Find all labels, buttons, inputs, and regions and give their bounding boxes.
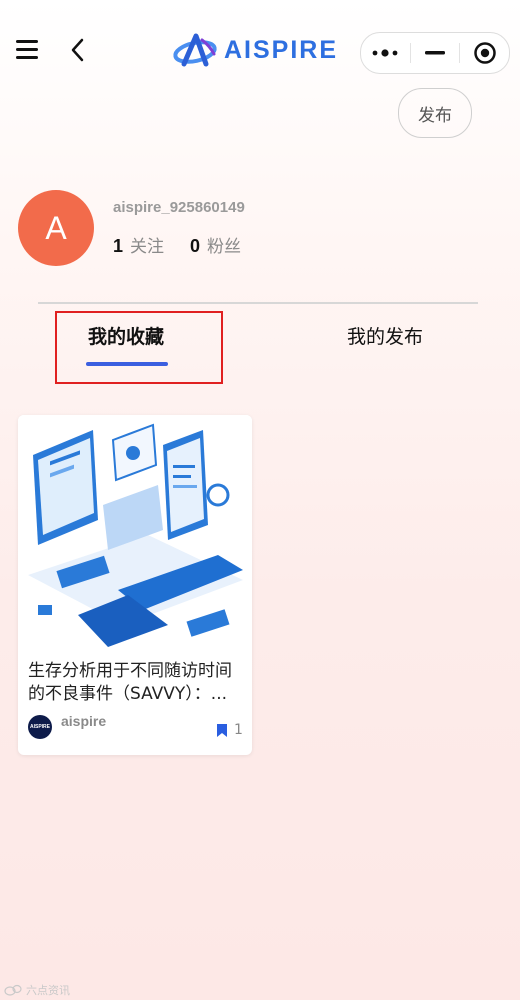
logo-text: AISPIRE — [224, 35, 339, 64]
more-options-button[interactable] — [361, 33, 410, 73]
minimize-button[interactable] — [411, 33, 460, 73]
more-dots-icon — [372, 49, 398, 57]
bookmark-count: 1 — [234, 722, 243, 738]
profile-stats: 1 关注 0 粉丝 — [113, 232, 241, 257]
highlight-annotation-box — [55, 311, 223, 384]
back-arrow-icon[interactable] — [68, 36, 88, 64]
section-divider — [38, 302, 478, 304]
bookmark-indicator[interactable]: 1 — [216, 722, 243, 738]
article-author: AISPIRE aispire — [28, 713, 107, 739]
tab-my-published[interactable]: 我的发布 — [347, 322, 423, 349]
followers-label[interactable]: 粉丝 — [207, 232, 241, 257]
author-name: aispire — [61, 713, 107, 729]
article-title-line1: 生存分析用于不同随访时间 — [28, 661, 232, 681]
watermark-text: 六点资讯 — [26, 984, 70, 997]
watermark: 六点资讯 — [4, 982, 70, 998]
following-count[interactable]: 1 — [113, 236, 123, 257]
bookmark-icon — [217, 723, 227, 737]
publish-button[interactable]: 发布 — [398, 88, 472, 138]
close-mini-program-button[interactable] — [460, 33, 509, 73]
article-title[interactable]: 生存分析用于不同随访时间 的不良事件（SAVVY）：... — [28, 660, 244, 706]
minus-icon — [425, 51, 445, 55]
logo-mark-icon — [173, 33, 217, 67]
avatar[interactable]: A — [18, 190, 94, 266]
aispire-logo: AISPIRE — [172, 30, 338, 70]
mini-program-capsule — [360, 32, 510, 74]
username: aispire_925860149 — [113, 199, 245, 216]
target-close-icon — [473, 42, 496, 64]
favorite-article-card[interactable]: 生存分析用于不同随访时间 的不良事件（SAVVY）：... AISPIRE ai… — [18, 415, 252, 755]
watermark-logo-icon — [4, 984, 22, 996]
menu-icon[interactable] — [16, 40, 40, 60]
article-cover-image — [18, 415, 252, 655]
top-bar: AISPIRE — [0, 0, 520, 100]
article-title-line2: 的不良事件（SAVVY）：... — [28, 684, 228, 704]
followers-count[interactable]: 0 — [190, 236, 200, 257]
author-avatar: AISPIRE — [28, 715, 52, 739]
following-label[interactable]: 关注 — [130, 232, 164, 257]
